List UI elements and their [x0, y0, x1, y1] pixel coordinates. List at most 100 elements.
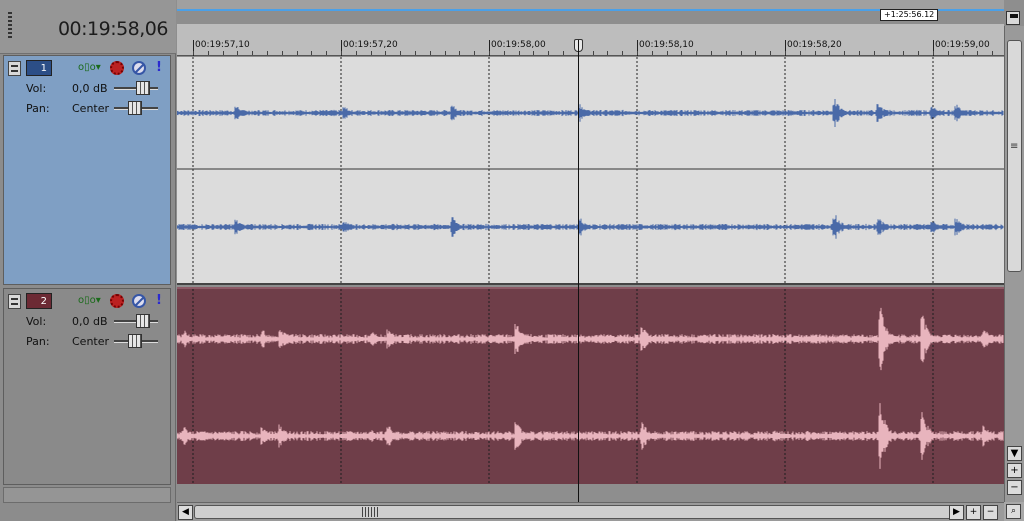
track-fx-icon[interactable]	[110, 294, 124, 308]
ruler-minor-tick	[859, 51, 860, 55]
pan-label: Pan:	[26, 102, 50, 115]
ruler-minor-tick	[933, 51, 934, 55]
ruler-minor-tick	[474, 51, 475, 55]
ruler-label: 00:19:57,20	[343, 40, 398, 50]
ruler-minor-tick	[371, 51, 372, 55]
ruler-minor-tick	[829, 51, 830, 55]
ruler-minor-tick	[726, 51, 727, 55]
track-header-2[interactable]: 2 o▯o▾ ! Vol: 0,0 dB Pan: Center	[3, 288, 171, 485]
ruler-minor-tick	[711, 51, 712, 55]
envelope-icon[interactable]: o▯o▾	[78, 294, 101, 308]
ruler-minor-tick	[667, 51, 668, 55]
waveform-track-1	[177, 57, 1004, 285]
selection-length-label: +1:25:56.12	[880, 9, 939, 21]
ruler-minor-tick	[741, 51, 742, 55]
panel-grip-handle[interactable]	[8, 12, 12, 40]
volume-slider[interactable]	[114, 314, 158, 328]
envelope-icon[interactable]: o▯o▾	[78, 61, 101, 75]
volume-slider[interactable]	[114, 81, 158, 95]
minimize-track-icon[interactable]	[8, 294, 21, 309]
pan-slider[interactable]	[114, 334, 158, 348]
pan-row: Pan: Center	[6, 101, 168, 117]
volume-slider-thumb[interactable]	[136, 81, 150, 95]
waveform-channel-1	[177, 307, 1004, 371]
ruler-minor-tick	[874, 51, 875, 55]
zoom-out-vertical-button[interactable]: −	[1007, 480, 1022, 495]
ruler-minor-tick	[237, 51, 238, 55]
pan-slider[interactable]	[114, 101, 158, 115]
zoom-out-horizontal-button[interactable]: −	[983, 505, 998, 520]
ruler-minor-tick	[948, 51, 949, 55]
ruler-minor-tick	[903, 51, 904, 55]
track-lane-2[interactable]	[177, 287, 1004, 484]
ruler-minor-tick	[681, 51, 682, 55]
scroll-grip	[362, 507, 378, 517]
horizontal-scroll-thumb[interactable]	[194, 505, 954, 519]
zoom-in-vertical-button[interactable]: +	[1007, 463, 1022, 478]
track-fx-icon[interactable]	[110, 61, 124, 75]
scroll-down-button[interactable]: ▼	[1007, 446, 1022, 461]
pan-slider-thumb[interactable]	[128, 101, 142, 115]
ruler-minor-tick	[889, 51, 890, 55]
pan-value: Center	[72, 102, 110, 115]
vol-value: 0,0 dB	[72, 315, 108, 328]
scroll-right-button[interactable]: ▶	[949, 505, 964, 520]
waveform-track-2	[177, 289, 1004, 484]
solo-icon[interactable]: !	[156, 294, 162, 308]
mute-icon[interactable]	[132, 294, 146, 308]
marker-flag-icon[interactable]	[1006, 11, 1020, 25]
minimize-track-icon[interactable]	[8, 61, 21, 76]
cursor-time-readout: 00:19:58,06	[57, 18, 169, 40]
ruler-minor-tick	[977, 51, 978, 55]
ruler-label: 00:19:57,10	[195, 40, 250, 50]
playhead-cursor[interactable]	[578, 40, 579, 502]
track-number-1: 1	[26, 60, 52, 76]
volume-row: Vol: 0,0 dB	[6, 81, 168, 97]
waveform-channel-1	[177, 99, 1004, 127]
pan-slider-thumb[interactable]	[128, 334, 142, 348]
track-lane-1[interactable]	[177, 57, 1004, 285]
scroll-left-button[interactable]: ◀	[178, 505, 193, 520]
track-header-1[interactable]: 1 o▯o▾ ! Vol: 0,0 dB Pan: Center	[3, 55, 171, 285]
zoom-tool-corner[interactable]: ⌕	[1004, 502, 1024, 521]
vol-label: Vol:	[26, 82, 47, 95]
ruler-minor-tick	[267, 51, 268, 55]
zoom-in-horizontal-button[interactable]: +	[966, 505, 981, 520]
time-ruler[interactable]: 00:19:57,10 00:19:57,20 00:19:58,00 00:19:5…	[177, 24, 1004, 56]
ruler-label: 00:19:59,00	[935, 40, 990, 50]
ruler-minor-tick	[815, 51, 816, 55]
vol-value: 0,0 dB	[72, 82, 108, 95]
ruler-minor-tick	[622, 51, 623, 55]
volume-slider-thumb[interactable]	[136, 314, 150, 328]
pan-label: Pan:	[26, 335, 50, 348]
vertical-scrollbar[interactable]: ▼ + −	[1004, 26, 1024, 502]
ruler-minor-tick	[785, 51, 786, 55]
horizontal-scrollbar[interactable]: ◀ ▶ + −	[177, 502, 1004, 521]
track-number-2: 2	[26, 293, 52, 309]
ruler-minor-tick	[992, 51, 993, 55]
volume-row: Vol: 0,0 dB	[6, 314, 168, 330]
mute-icon[interactable]	[132, 61, 146, 75]
ruler-minor-tick	[607, 51, 608, 55]
ruler-minor-tick	[918, 51, 919, 55]
ruler-minor-tick	[563, 51, 564, 55]
ruler-minor-tick	[593, 51, 594, 55]
solo-icon[interactable]: !	[156, 61, 162, 75]
ruler-minor-tick	[193, 51, 194, 55]
track-list-footer	[3, 487, 171, 503]
ruler-minor-tick	[770, 51, 771, 55]
timeline-area[interactable]: +1:25:56.12 00:19:57,10 00:19:57,20 00:19:…	[177, 0, 1024, 521]
ruler-minor-tick	[755, 51, 756, 55]
vertical-scroll-thumb[interactable]	[1007, 40, 1022, 272]
pan-value: Center	[72, 335, 110, 348]
magnify-icon[interactable]: ⌕	[1006, 504, 1021, 519]
ruler-minor-tick	[963, 51, 964, 55]
ruler-minor-tick	[637, 51, 638, 55]
ruler-minor-tick	[844, 51, 845, 55]
ruler-minor-tick	[519, 51, 520, 55]
ruler-minor-tick	[696, 51, 697, 55]
ruler-minor-tick	[208, 51, 209, 55]
ruler-minor-tick	[445, 51, 446, 55]
ruler-minor-tick	[356, 51, 357, 55]
ruler-minor-tick	[800, 51, 801, 55]
